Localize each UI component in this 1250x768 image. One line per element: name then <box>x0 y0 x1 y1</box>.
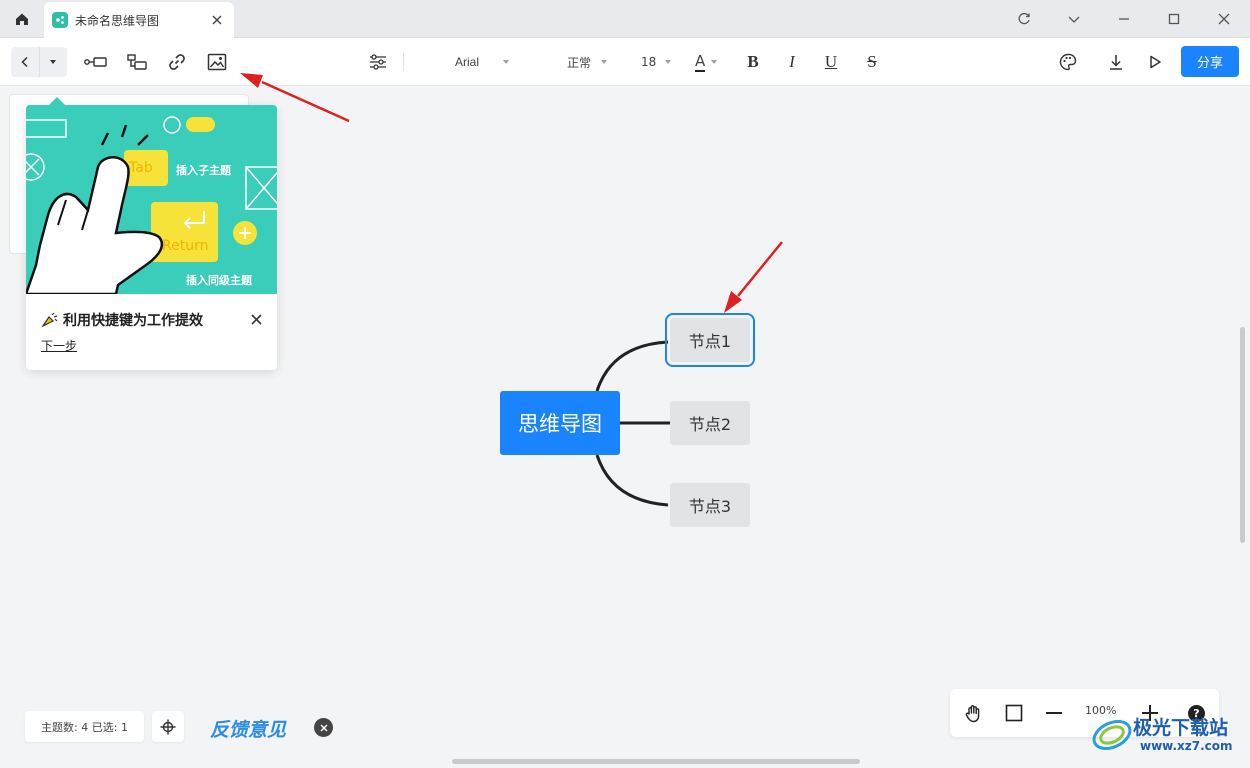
insert-topic-icon[interactable] <box>84 50 108 74</box>
hand-pan-icon[interactable] <box>963 702 985 724</box>
child-topic-1[interactable]: 节点1 <box>665 313 755 367</box>
toolbar-divider <box>403 53 404 71</box>
document-tab[interactable]: 未命名思维导图 <box>44 2 234 38</box>
fit-frame-icon[interactable] <box>1003 702 1025 724</box>
close-window-icon[interactable] <box>1210 6 1238 32</box>
shortcut-illustration: Tab 插入子主题 Return 插入同级主题 <box>26 105 277 294</box>
title-bar: 未命名思维导图 <box>0 0 1250 38</box>
italic-button[interactable]: I <box>780 51 804 73</box>
tab-title: 未命名思维导图 <box>75 13 160 28</box>
underline-button[interactable]: U <box>819 51 843 73</box>
maximize-icon[interactable] <box>1160 6 1188 32</box>
share-button[interactable]: 分享 <box>1181 46 1239 77</box>
style-settings-icon[interactable] <box>366 50 390 74</box>
topic-count-status: 主题数: 4 已选: 1 <box>25 711 144 742</box>
play-presentation-icon[interactable] <box>1143 50 1167 74</box>
locate-center-button[interactable] <box>152 711 184 742</box>
font-color-select[interactable]: A <box>695 51 718 73</box>
strikethrough-button[interactable]: S <box>860 51 884 73</box>
font-size-select[interactable]: 18 <box>641 53 672 71</box>
zoom-out-icon[interactable] <box>1043 702 1065 724</box>
tip-title-text: 利用快捷键为工作提效 <box>63 313 203 329</box>
tab-key-hint: 插入子主题 <box>176 164 231 177</box>
mindmap-canvas[interactable]: 思维导图 节点1 节点2 节点3 Tab 插入子主题 Return 插入同级主题… <box>0 87 1250 768</box>
refresh-icon[interactable] <box>1010 6 1038 32</box>
chevron-down-icon <box>711 60 718 64</box>
watermark-logo-icon <box>1092 719 1132 751</box>
child-topic-2[interactable]: 节点2 <box>670 401 750 445</box>
vertical-scrollbar[interactable] <box>1240 327 1245 543</box>
crosshair-icon <box>160 719 176 734</box>
app-logo-icon <box>52 12 68 28</box>
root-topic[interactable]: 思维导图 <box>500 391 620 455</box>
undo-group <box>11 47 67 77</box>
bold-button[interactable]: B <box>741 51 765 73</box>
font-family-value: Arial <box>455 55 480 69</box>
shortcut-tip-popup: Tab 插入子主题 Return 插入同级主题 利用快捷键为工作提效 下一步 <box>26 97 277 370</box>
watermark-text: 极光下载站 <box>1133 717 1229 739</box>
close-feedback-icon[interactable] <box>314 718 333 737</box>
minimize-icon[interactable] <box>1110 6 1138 32</box>
sparkle-icon <box>41 312 58 328</box>
next-step-link[interactable]: 下一步 <box>41 337 77 354</box>
download-icon[interactable] <box>1104 50 1128 74</box>
chevron-down-icon <box>665 60 672 64</box>
font-color-label: A <box>695 51 706 72</box>
font-weight-value: 正常 <box>567 55 592 70</box>
insert-subtopic-icon[interactable] <box>125 50 149 74</box>
feedback-link[interactable]: 反馈意见 <box>210 715 286 742</box>
image-icon[interactable] <box>205 50 229 74</box>
tip-title: 利用快捷键为工作提效 <box>41 310 203 330</box>
font-size-value: 18 <box>641 55 657 69</box>
watermark-url: www.xz7.com <box>1140 739 1233 753</box>
horizontal-scrollbar[interactable] <box>452 759 860 764</box>
chevron-down-icon <box>503 60 510 64</box>
font-family-select[interactable]: Arial <box>455 53 510 71</box>
site-watermark: 极光下载站 www.xz7.com <box>1090 711 1240 761</box>
link-icon[interactable] <box>165 50 189 74</box>
return-key-hint: 插入同级主题 <box>186 274 252 287</box>
close-tab-icon[interactable] <box>208 11 226 29</box>
font-weight-select[interactable]: 正常 <box>567 53 608 71</box>
tab-key-label: Tab <box>129 160 153 176</box>
toolbar: Arial 正常 18 A B I U S 分享 <box>0 38 1250 86</box>
back-icon[interactable] <box>11 47 39 77</box>
close-tip-icon[interactable] <box>248 311 264 327</box>
theme-palette-icon[interactable] <box>1056 50 1080 74</box>
chevron-down-icon <box>601 60 608 64</box>
home-icon[interactable] <box>6 4 38 34</box>
child-topic-3[interactable]: 节点3 <box>670 483 750 527</box>
return-key-label: Return <box>162 238 209 254</box>
history-dropdown-icon[interactable] <box>39 47 66 77</box>
chevron-down-icon[interactable] <box>1060 6 1088 32</box>
